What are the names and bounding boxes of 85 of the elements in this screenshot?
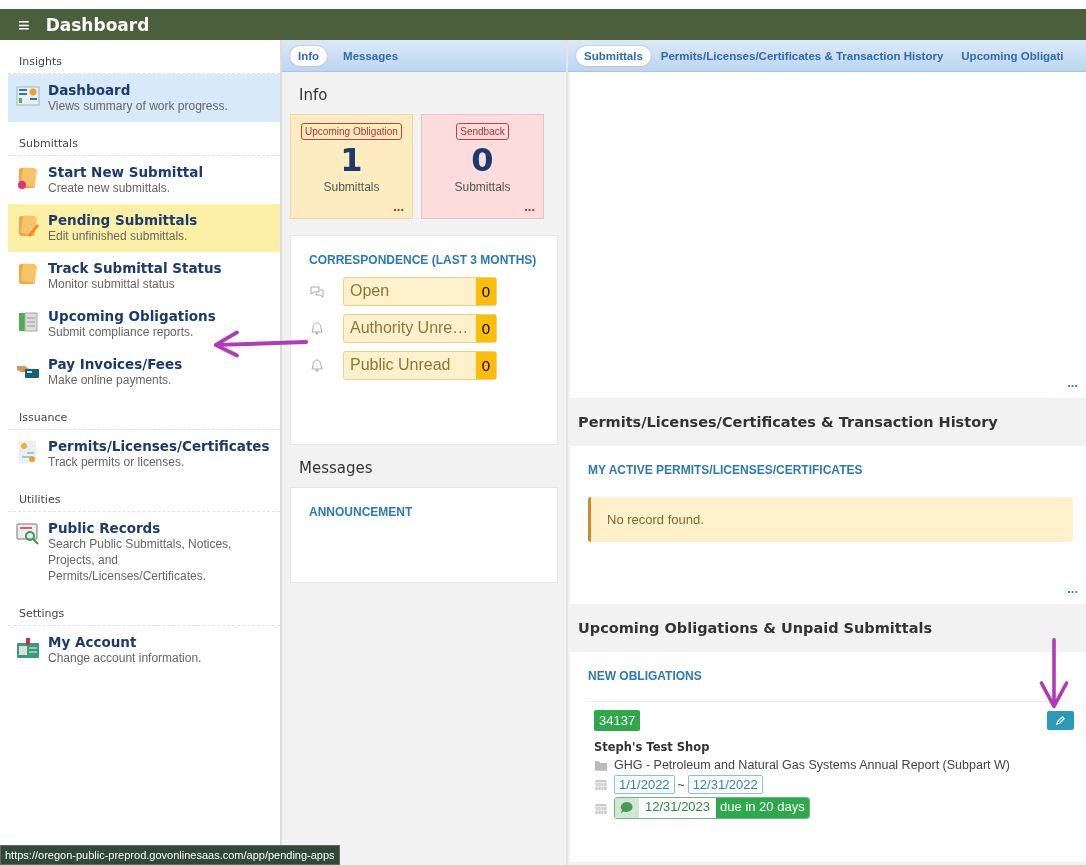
menu-button[interactable]: ≡ [18,14,30,35]
summary-card[interactable]: Sendback 0 Submittals ... [421,114,544,219]
sidebar-item[interactable]: Dashboard Views summary of work progress. [8,74,280,122]
more-button[interactable]: ... [524,199,535,214]
empty-alert: No record found. [588,497,1073,542]
more-button[interactable]: ... [1067,375,1078,390]
item-title: Start New Submittal [48,164,204,180]
tab[interactable]: Permits/Licenses/Certificates & Transaction History [652,45,952,66]
bell-icon [309,320,325,337]
edit-document-icon [16,214,40,238]
monitor-search-icon [16,522,40,546]
sidebar-item[interactable]: Public Records Search Public Submittals, Notices, Projects, and Permits/Licenses/Certificates. [8,512,280,592]
page-title: Dashboard [45,14,150,35]
card-tag: Sendback [456,123,509,140]
item-subtitle: Submit compliance reports. [48,324,195,340]
item-title: Pay Invoices/Fees [48,356,183,372]
item-title: Upcoming Obligations [48,308,216,324]
item-title: My Account [48,634,138,650]
ledger-icon [16,310,40,334]
section-heading: Messages [299,459,374,477]
section-heading: Permits/Licenses/Certificates & Transaction History [578,414,999,430]
edit-button[interactable] [1047,711,1074,730]
pencil-icon [1055,715,1066,726]
sidebar-item[interactable]: Upcoming Obligations Submit compliance reports. [8,300,280,348]
sidebar-item[interactable]: Track Submittal Status Monitor submittal status [8,252,280,300]
card-title: CORRESPONDENCE (LAST 3 MONTHS) [309,252,538,269]
item-subtitle: Search Public Submittals, Notices, Projects, and Permits/Licenses/Certificates. [48,536,233,584]
correspondence-filter[interactable]: Open 0 [343,277,497,306]
id-card-icon [16,636,40,660]
due-date-tag: 12/31/2023 due in 20 days [614,797,810,819]
item-title: Pending Submittals [48,212,198,228]
sidebar-item[interactable]: Pending Submittals Edit unfinished submittals. [8,204,280,252]
summary-card[interactable]: Upcoming Obligation 1 Submittals ... [290,114,413,219]
sidebar-item[interactable]: Start New Submittal Create new submittals. [8,156,280,204]
section-heading: Submittals [8,122,280,156]
date-separator: ~ [677,777,685,792]
item-title: Public Records [48,520,162,536]
count-number: 0 [471,140,494,180]
bell-icon [309,357,325,374]
document-icon [16,262,40,286]
item-subtitle: Views summary of work progress. [48,98,228,114]
folder-icon [594,758,608,772]
section-heading: Issuance [8,396,280,430]
sidebar-item[interactable]: My Account Change account information. [8,626,280,674]
correspondence-filter[interactable]: Authority Unre… 0 [343,314,497,343]
calendar-icon [594,778,608,791]
sidebar-item[interactable]: Pay Invoices/Fees Make online payments. [8,348,280,396]
alert-bubble-icon [615,798,639,818]
calendar-icon [594,801,608,815]
count-number: 1 [340,140,363,180]
status-url: https://oregon-public-preprod.govonlinesaas.com/app/pending-apps [0,845,340,865]
section-heading: Utilities [8,478,280,512]
item-subtitle: Change account information. [48,650,202,666]
sidebar-item[interactable]: Permits/Licenses/Certificates Track permits or licenses. [8,430,280,478]
item-title: Dashboard [48,82,132,98]
item-subtitle: Track permits or licenses. [48,454,186,470]
report-name: GHG - Petroleum and Natural Gas Systems Annual Report (Subpart W) [614,758,1010,772]
end-date: 12/31/2022 [687,775,763,794]
section-heading: Settings [8,592,280,626]
facility-name: Steph's Test Shop [594,740,711,754]
item-subtitle: Edit unfinished submittals. [48,228,189,244]
more-button[interactable]: ... [393,199,404,214]
tab[interactable]: Info [290,45,328,66]
chat-icon [309,283,325,300]
card-label: Submittals [454,180,511,194]
item-subtitle: Monitor submittal status [48,276,176,292]
item-subtitle: Make online payments. [48,372,173,388]
card-title: MY ACTIVE PERMITS/LICENSES/CERTIFICATES [588,462,864,479]
correspondence-filter[interactable]: Public Unread 0 [343,351,497,380]
item-title: Track Submittal Status [48,260,222,276]
tab[interactable]: Messages [335,45,407,66]
tab[interactable]: Upcoming Obligati [953,45,1072,66]
item-title: Permits/Licenses/Certificates [48,438,270,454]
card-title: NEW OBLIGATIONS [588,668,1068,702]
start-date: 1/1/2022 [614,775,675,794]
card-label: Submittals [323,180,380,194]
section-heading: Info [299,86,329,104]
dashboard-icon [16,84,40,108]
tab[interactable]: Submittals [576,45,651,66]
more-button[interactable]: ... [1067,581,1078,596]
new-document-icon [16,166,40,190]
section-heading: Upcoming Obligations & Unpaid Submittals [578,620,934,636]
card-title: ANNOUNCEMENT [309,504,414,521]
card-tag: Upcoming Obligation [301,123,402,140]
item-subtitle: Create new submittals. [48,180,172,196]
